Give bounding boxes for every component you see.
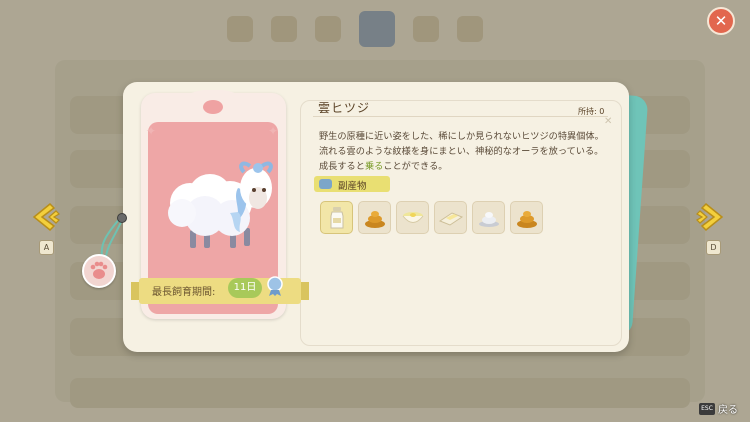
name-divider xyxy=(313,116,608,117)
description-text-end: ことができる。 xyxy=(383,161,448,172)
sparkle-icon: ✦ xyxy=(146,124,157,138)
animal-name: 雲ヒツジ xyxy=(318,101,371,115)
butter-icon xyxy=(438,211,463,226)
manure-icon xyxy=(516,210,537,228)
byproduct-label: 副産物 xyxy=(338,181,367,192)
byproduct-item-bowl[interactable] xyxy=(396,201,429,234)
description-highlight: 乗る xyxy=(364,161,384,172)
back-button[interactable]: ESC 戻る xyxy=(699,401,738,416)
keychain-ring xyxy=(117,213,127,223)
cream-icon xyxy=(478,211,499,227)
key-hint-a: A xyxy=(39,240,54,255)
medal-icon xyxy=(267,276,283,296)
byproduct-item-cream[interactable] xyxy=(472,201,505,234)
byproduct-item-manure[interactable] xyxy=(358,201,391,234)
next-arrow-button[interactable] xyxy=(694,200,728,234)
max-breeding-days: 11日 xyxy=(228,278,262,298)
back-label: 戻る xyxy=(718,405,738,416)
animal-description: 野生の原種に近い姿をした、稀にしか見られないヒツジの特異個体。流れる雲のような紋… xyxy=(319,129,609,174)
manure-icon xyxy=(364,210,385,228)
bathtub-icon xyxy=(319,179,332,189)
byproduct-list xyxy=(320,201,543,234)
cloud-sheep-image xyxy=(168,161,273,248)
portrait-gem-icon xyxy=(203,100,223,114)
milk-bottle-icon xyxy=(330,206,343,228)
close-icon: ✕ xyxy=(714,12,728,30)
close-button[interactable]: ✕ xyxy=(707,7,735,35)
max-breeding-label: 最長飼育期間: xyxy=(152,287,216,298)
paw-charm-icon xyxy=(82,254,116,288)
key-hint-d: D xyxy=(706,240,721,255)
byproduct-item-butter[interactable] xyxy=(434,201,467,234)
egg-bowl-icon xyxy=(402,211,423,223)
previous-arrow-button[interactable] xyxy=(28,200,62,234)
sparkle-icon: ✕ xyxy=(604,116,613,127)
byproduct-item-manure-2[interactable] xyxy=(510,201,543,234)
sparkle-icon: ✦ xyxy=(268,124,279,138)
description-text: 野生の原種に近い姿をした、稀にしか見られないヒツジの特異個体。流れる雲のような紋… xyxy=(319,131,604,172)
byproduct-item-milk[interactable] xyxy=(320,201,353,234)
esc-key-icon: ESC xyxy=(699,402,715,415)
